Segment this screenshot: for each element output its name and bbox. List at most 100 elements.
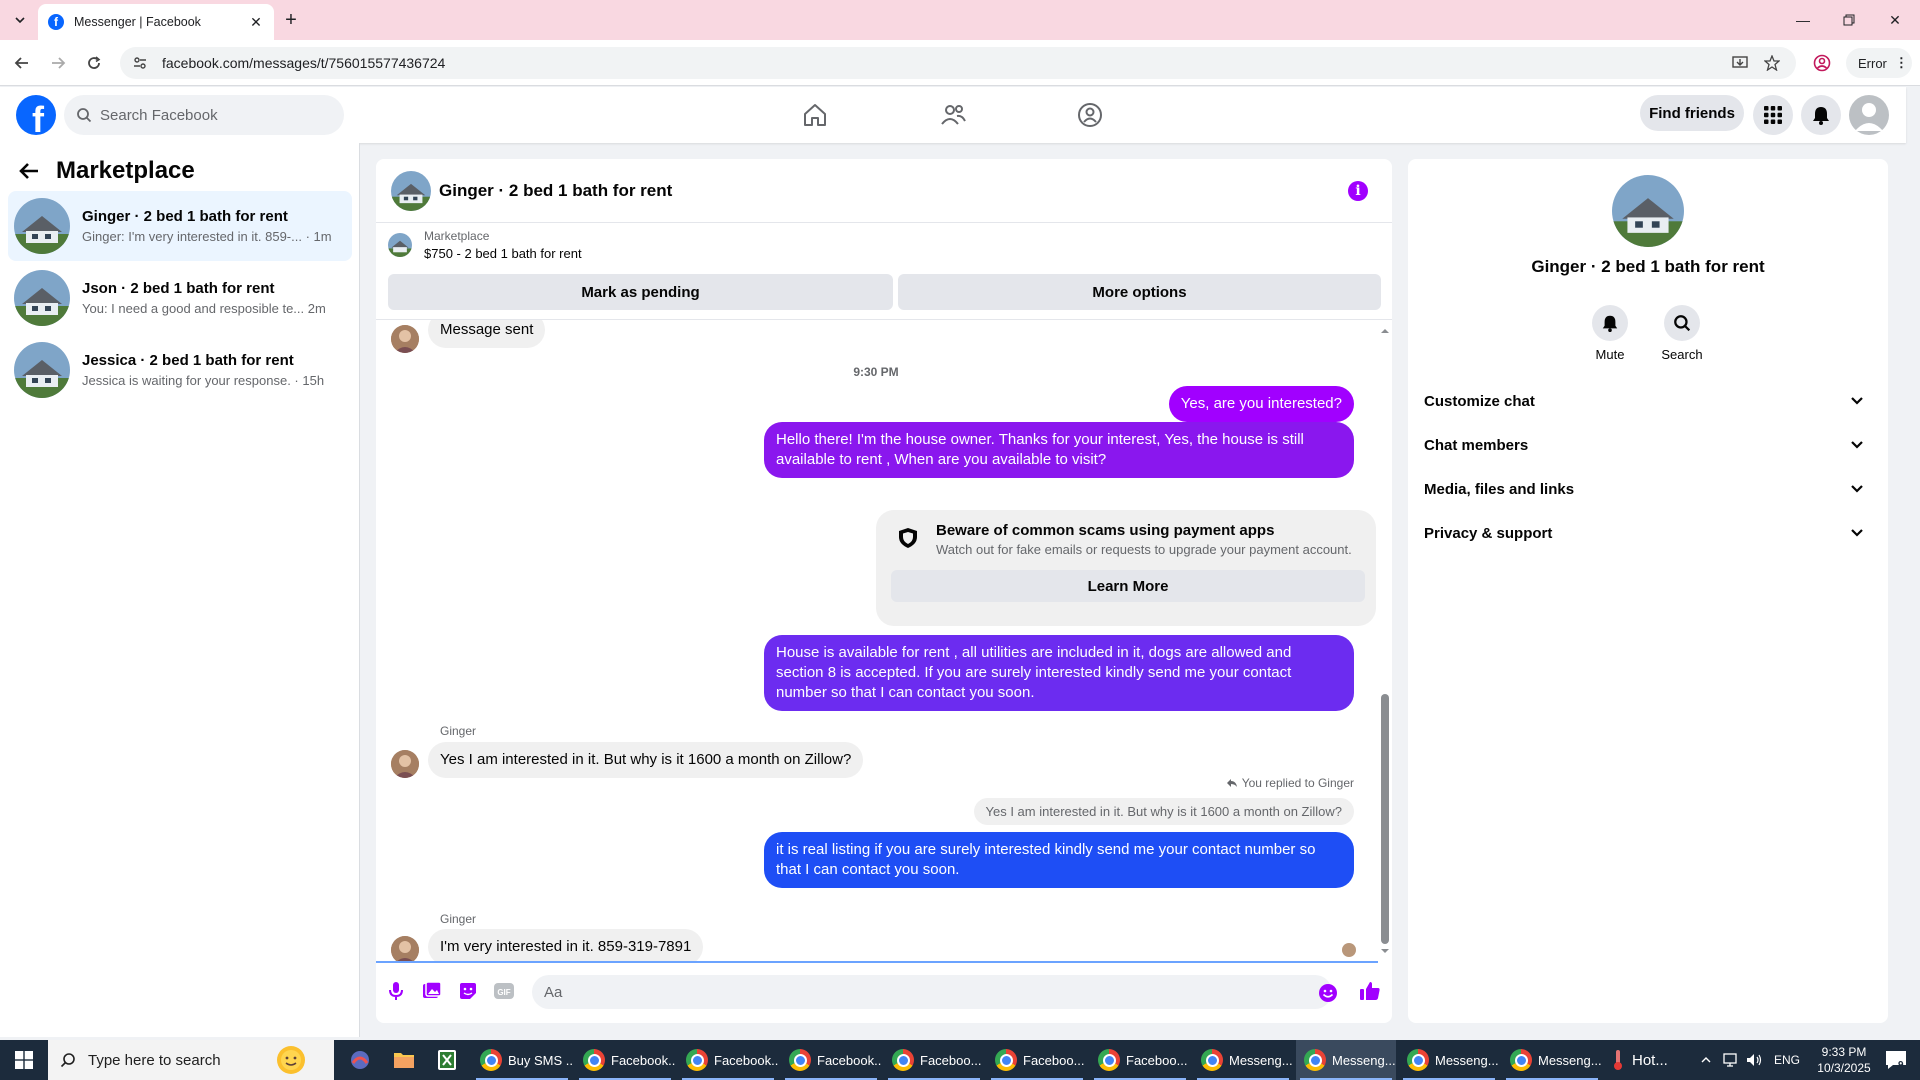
language-indicator[interactable]: ENG <box>1770 1040 1804 1080</box>
search-icon <box>1664 305 1700 341</box>
taskbar-search-box[interactable]: Type here to search <box>48 1040 334 1080</box>
browser-tab-messenger[interactable]: f Messenger | Facebook ✕ <box>38 4 274 40</box>
chat-members-row[interactable]: Chat members <box>1424 423 1872 467</box>
taskbar-window[interactable]: Buy SMS ... <box>472 1040 572 1080</box>
site-info-icon[interactable] <box>132 55 148 71</box>
mark-as-pending-button[interactable]: Mark as pending <box>388 274 893 310</box>
minimize-icon[interactable]: — <box>1780 6 1826 34</box>
taskbar-window-label: Messeng... <box>1229 1052 1293 1068</box>
scroll-thumb[interactable] <box>1381 694 1389 944</box>
back-arrow-icon[interactable] <box>18 160 40 182</box>
browser-menu-icon[interactable]: ⋮ <box>1895 55 1908 71</box>
windows-taskbar: Type here to search Buy SMS ... Facebook… <box>0 1040 1920 1080</box>
quoted-message: Yes I am interested in it. But why is it… <box>973 798 1354 825</box>
conversation-item-jessica[interactable]: Jessica · 2 bed 1 bath for rent Jessica … <box>8 335 352 405</box>
taskbar-window[interactable]: Messeng... <box>1502 1040 1602 1080</box>
chrome-icon <box>1407 1049 1429 1071</box>
clock[interactable]: 9:33 PM 10/3/2025 <box>1810 1040 1878 1080</box>
reply-arrow-icon <box>1226 779 1237 787</box>
close-window-icon[interactable]: ✕ <box>1872 6 1918 34</box>
conversation-item-ginger[interactable]: Ginger · 2 bed 1 bath for rent Ginger: I… <box>8 191 352 261</box>
mute-button[interactable]: Mute <box>1580 305 1640 362</box>
taskbar-search-placeholder: Type here to search <box>88 1051 221 1069</box>
new-tab-icon[interactable]: + <box>280 9 302 31</box>
photo-icon[interactable] <box>420 979 444 1003</box>
install-app-icon[interactable] <box>1726 49 1754 77</box>
conversation-name: Json · 2 bed 1 bath for rent <box>82 280 275 297</box>
chrome-icon <box>686 1049 708 1071</box>
conversation-info-icon[interactable]: i <box>1348 181 1368 201</box>
url-text: facebook.com/messages/t/756015577436724 <box>162 55 446 71</box>
taskbar-window-active[interactable]: Messeng... <box>1296 1040 1396 1080</box>
listing-large-avatar <box>1612 175 1684 247</box>
tab-search-icon[interactable] <box>8 8 32 32</box>
menu-grid-icon[interactable] <box>1753 95 1793 135</box>
account-avatar-icon[interactable] <box>1849 95 1889 135</box>
message-input[interactable]: Aa <box>532 975 1332 1009</box>
profile-error-button[interactable]: Error ⋮ <box>1846 48 1912 78</box>
marketplace-listing-row[interactable]: Marketplace $750 - 2 bed 1 bath for rent <box>388 229 582 261</box>
privacy-support-row[interactable]: Privacy & support <box>1424 511 1872 555</box>
message-bubble-incoming: Message sent <box>428 320 546 348</box>
reload-icon[interactable] <box>80 49 108 77</box>
conversation-item-json[interactable]: Json · 2 bed 1 bath for rent You: I need… <box>8 263 352 333</box>
conversation-preview: Jessica is waiting for your response. · … <box>82 373 325 388</box>
taskbar-window[interactable]: Faceboo... <box>1090 1040 1190 1080</box>
more-options-button[interactable]: More options <box>898 274 1381 310</box>
message-bubble-outgoing: Hello there! I'm the house owner. Thanks… <box>764 422 1354 478</box>
chrome-icon <box>1201 1049 1223 1071</box>
notifications-bell-icon[interactable] <box>1801 95 1841 135</box>
taskbar-window[interactable]: Facebook... <box>781 1040 881 1080</box>
show-hidden-icons-chevron-icon[interactable] <box>1694 1040 1718 1080</box>
chrome-icon <box>1098 1049 1120 1071</box>
chat-title[interactable]: Ginger · 2 bed 1 bath for rent <box>439 181 672 201</box>
emoji-icon[interactable] <box>1316 981 1340 1005</box>
gif-icon[interactable]: GIF <box>492 979 516 1003</box>
taskbar-window[interactable]: Facebook... <box>678 1040 778 1080</box>
address-bar[interactable]: facebook.com/messages/t/756015577436724 <box>120 47 1796 79</box>
profile-icon[interactable] <box>1808 49 1836 77</box>
thermometer-icon <box>1614 1050 1622 1070</box>
groups-icon[interactable] <box>1070 95 1110 135</box>
listing-thumbnail <box>388 233 412 257</box>
forward-icon[interactable] <box>44 49 72 77</box>
microphone-icon[interactable] <box>384 979 408 1003</box>
friends-icon[interactable] <box>933 95 973 135</box>
learn-more-button[interactable]: Learn More <box>891 570 1365 602</box>
message-sender-name: Ginger <box>440 912 477 926</box>
facebook-logo-icon[interactable]: f <box>16 95 56 135</box>
windows-start-icon[interactable] <box>0 1040 48 1080</box>
facebook-favicon-icon: f <box>48 14 64 30</box>
weather-widget[interactable]: Hot... <box>1612 1040 1684 1080</box>
notification-center-icon[interactable]: 9 <box>1878 1040 1914 1080</box>
back-icon[interactable] <box>8 49 36 77</box>
restore-icon[interactable] <box>1826 6 1872 34</box>
taskbar-window[interactable]: Faceboo... <box>987 1040 1087 1080</box>
chat-avatar[interactable] <box>391 170 431 211</box>
volume-icon[interactable] <box>1742 1040 1766 1080</box>
close-tab-icon[interactable]: ✕ <box>248 14 264 30</box>
taskbar-window[interactable]: Facebook... <box>575 1040 675 1080</box>
media-files-links-row[interactable]: Media, files and links <box>1424 467 1872 511</box>
scroll-down-icon[interactable] <box>1378 946 1392 956</box>
message-bubble-outgoing: it is real listing if you are surely int… <box>764 832 1354 888</box>
taskbar-window[interactable]: Messeng... <box>1193 1040 1293 1080</box>
search-conversation-button[interactable]: Search <box>1652 305 1712 362</box>
customize-chat-row[interactable]: Customize chat <box>1424 379 1872 423</box>
taskbar-window-label: Messeng... <box>1538 1052 1602 1068</box>
file-explorer-icon[interactable] <box>384 1040 424 1080</box>
scam-warning-description: Watch out for fake emails or requests to… <box>936 542 1352 557</box>
sticker-icon[interactable] <box>456 979 480 1003</box>
spreadsheet-app-icon[interactable] <box>428 1040 468 1080</box>
message-scrollbar[interactable] <box>1378 326 1392 957</box>
bookmark-star-icon[interactable] <box>1758 49 1786 77</box>
taskbar-app-icon[interactable] <box>340 1040 380 1080</box>
network-icon[interactable] <box>1718 1040 1742 1080</box>
scroll-up-icon[interactable] <box>1378 326 1392 336</box>
taskbar-window[interactable]: Faceboo... <box>884 1040 984 1080</box>
find-friends-button[interactable]: Find friends <box>1640 95 1744 131</box>
facebook-search-input[interactable]: Search Facebook <box>64 95 344 135</box>
home-icon[interactable] <box>795 95 835 135</box>
taskbar-window[interactable]: Messeng... <box>1399 1040 1499 1080</box>
like-thumb-icon[interactable] <box>1358 979 1382 1003</box>
